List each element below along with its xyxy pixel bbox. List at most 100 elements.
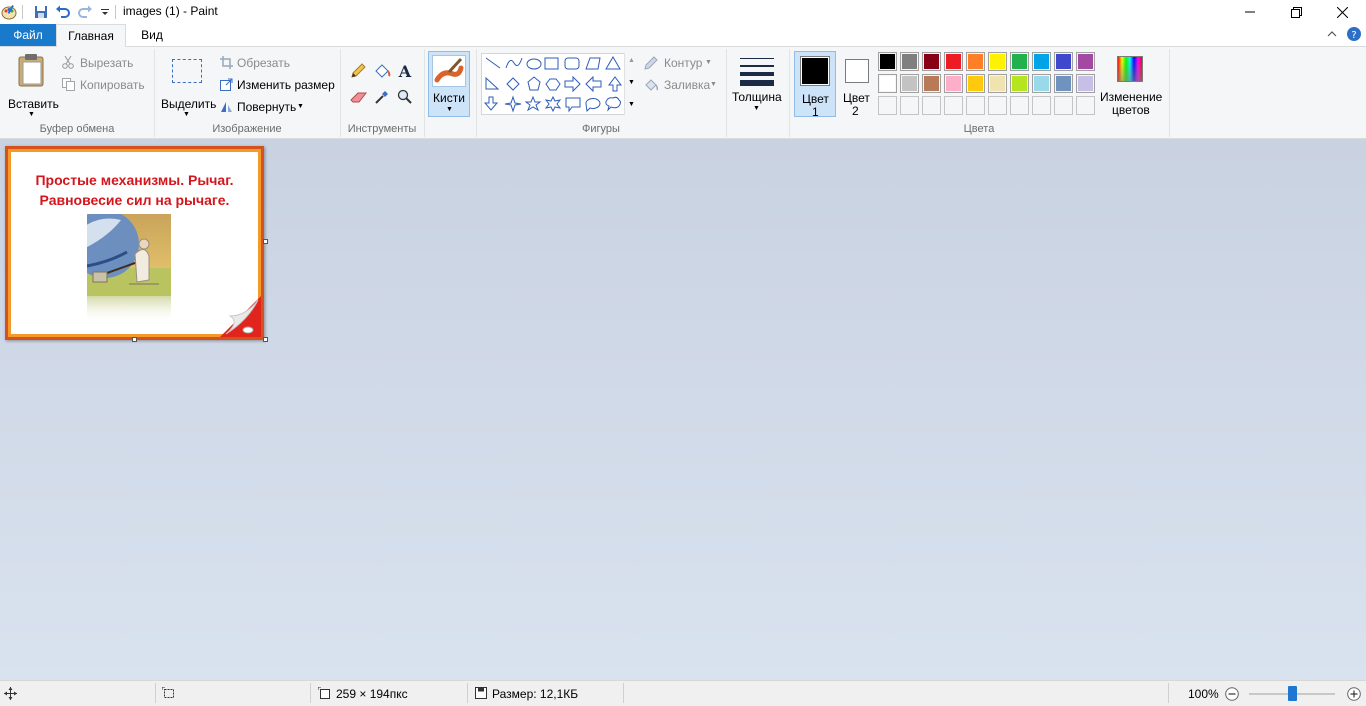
- more-shapes-icon[interactable]: ▼: [628, 101, 635, 108]
- title-bar: images (1) - Paint: [0, 0, 1366, 24]
- palette-swatch[interactable]: [900, 52, 919, 71]
- paste-label: Вставить: [8, 97, 59, 111]
- text-tool-icon[interactable]: A: [397, 63, 413, 79]
- palette-swatch[interactable]: [1076, 52, 1095, 71]
- zoom-in-icon[interactable]: [1347, 687, 1361, 701]
- palette-swatch[interactable]: [966, 74, 985, 93]
- help-icon[interactable]: ?: [1347, 27, 1361, 41]
- save-icon[interactable]: [32, 3, 50, 21]
- color2-label-line2: 2: [852, 104, 859, 118]
- color2-swatch: [847, 61, 867, 81]
- file-size: Размер: 12,1КБ: [492, 687, 579, 701]
- shapes-gallery[interactable]: [481, 53, 638, 115]
- palette-swatch[interactable]: [1054, 74, 1073, 93]
- palette-swatch[interactable]: [1010, 74, 1029, 93]
- palette-swatch[interactable]: [922, 52, 941, 71]
- archimedes-lever-illustration: [87, 214, 171, 324]
- drawing-canvas[interactable]: Простые механизмы. Рычаг. Равновесие сил…: [5, 146, 264, 340]
- divider: [155, 683, 156, 703]
- svg-text:?: ?: [1351, 30, 1356, 41]
- magnifier-icon[interactable]: [397, 89, 413, 105]
- color1-label-line2: 1: [812, 105, 819, 119]
- color2-label-line1: Цвет: [843, 91, 870, 105]
- customize-quick-access-icon[interactable]: [96, 3, 114, 21]
- tab-file[interactable]: Файл: [0, 24, 56, 46]
- custom-color-slot[interactable]: [1076, 96, 1095, 115]
- resize-handle-bottom[interactable]: [132, 337, 137, 342]
- palette-swatch[interactable]: [944, 74, 963, 93]
- paint-app-icon[interactable]: [0, 3, 18, 21]
- cut-label: Вырезать: [80, 56, 134, 70]
- select-button[interactable]: Выделить ▼: [160, 55, 216, 118]
- scroll-down-icon[interactable]: ▼: [628, 79, 635, 86]
- palette-swatch-fill: [1078, 76, 1093, 91]
- chevron-down-icon: ▼: [446, 106, 453, 113]
- selection-size-icon: [162, 687, 174, 698]
- custom-color-slot[interactable]: [1032, 96, 1051, 115]
- palette-swatch[interactable]: [1010, 52, 1029, 71]
- zoom-slider-thumb[interactable]: [1288, 686, 1297, 701]
- clipboard-group-label: Буфер обмена: [39, 123, 115, 135]
- redo-icon[interactable]: [76, 3, 94, 21]
- edit-colors-button[interactable]: Изменение цветов: [1100, 53, 1166, 117]
- ribbon: Вставить ▼ Вырезать Копировать Буфер обм…: [0, 46, 1366, 139]
- palette-swatch[interactable]: [1032, 52, 1051, 71]
- paste-icon: [18, 54, 44, 87]
- palette-swatch[interactable]: [944, 52, 963, 71]
- chevron-down-icon: ▼: [753, 105, 760, 112]
- color-spectrum-icon: [1117, 56, 1143, 82]
- size-button[interactable]: Толщина ▼: [730, 53, 784, 117]
- palette-swatch-fill: [946, 76, 961, 91]
- custom-color-slot[interactable]: [1054, 96, 1073, 115]
- palette-swatch-fill: [1034, 76, 1049, 91]
- canvas-workspace[interactable]: Простые механизмы. Рычаг. Равновесие сил…: [0, 139, 1366, 680]
- minimize-button[interactable]: [1227, 0, 1273, 24]
- close-button[interactable]: [1319, 0, 1365, 24]
- custom-color-slot[interactable]: [944, 96, 963, 115]
- palette-swatch-fill: [1012, 54, 1027, 69]
- custom-color-slot[interactable]: [878, 96, 897, 115]
- palette-swatch[interactable]: [988, 74, 1007, 93]
- palette-swatch[interactable]: [1032, 74, 1051, 93]
- color1-swatch: [802, 58, 828, 84]
- shapes-scrollbar[interactable]: ▲ ▼ ▼: [624, 53, 638, 115]
- palette-swatch-fill: [1078, 54, 1093, 69]
- palette-swatch[interactable]: [878, 52, 897, 71]
- color1-button[interactable]: Цвет 1: [794, 51, 836, 119]
- paste-button[interactable]: Вставить ▼: [8, 53, 59, 118]
- eraser-icon[interactable]: [350, 91, 367, 104]
- custom-color-slot[interactable]: [988, 96, 1007, 115]
- pencil-icon[interactable]: [350, 63, 366, 79]
- resize-handle-right[interactable]: [263, 239, 268, 244]
- divider: [115, 5, 116, 19]
- scroll-up-icon[interactable]: ▲: [628, 57, 635, 64]
- palette-swatch[interactable]: [922, 74, 941, 93]
- palette-swatch[interactable]: [1076, 74, 1095, 93]
- chevron-down-icon: ▼: [28, 111, 35, 118]
- palette-swatch-fill: [968, 54, 983, 69]
- tab-home[interactable]: Главная: [56, 24, 126, 47]
- palette-swatch[interactable]: [966, 52, 985, 71]
- brushes-button[interactable]: Кисти ▼: [428, 51, 470, 117]
- tab-view[interactable]: Вид: [130, 24, 174, 46]
- undo-icon[interactable]: [54, 3, 72, 21]
- palette-swatch-fill: [946, 54, 961, 69]
- custom-color-slot[interactable]: [1010, 96, 1029, 115]
- resize-icon: [220, 78, 233, 91]
- resize-handle-corner[interactable]: [263, 337, 268, 342]
- palette-swatch[interactable]: [988, 52, 1007, 71]
- palette-swatch[interactable]: [900, 74, 919, 93]
- rotate-icon: [221, 102, 232, 112]
- fill-bucket-icon[interactable]: [373, 63, 391, 79]
- restore-button[interactable]: [1273, 0, 1319, 24]
- palette-swatch[interactable]: [1054, 52, 1073, 71]
- color-picker-icon[interactable]: [374, 89, 390, 105]
- image-size-icon: [318, 687, 330, 699]
- custom-color-slot[interactable]: [922, 96, 941, 115]
- color2-button[interactable]: Цвет 2: [838, 51, 876, 118]
- zoom-out-icon[interactable]: [1225, 687, 1239, 701]
- collapse-ribbon-icon[interactable]: [1326, 28, 1338, 42]
- custom-color-slot[interactable]: [966, 96, 985, 115]
- custom-color-slot[interactable]: [900, 96, 919, 115]
- palette-swatch[interactable]: [878, 74, 897, 93]
